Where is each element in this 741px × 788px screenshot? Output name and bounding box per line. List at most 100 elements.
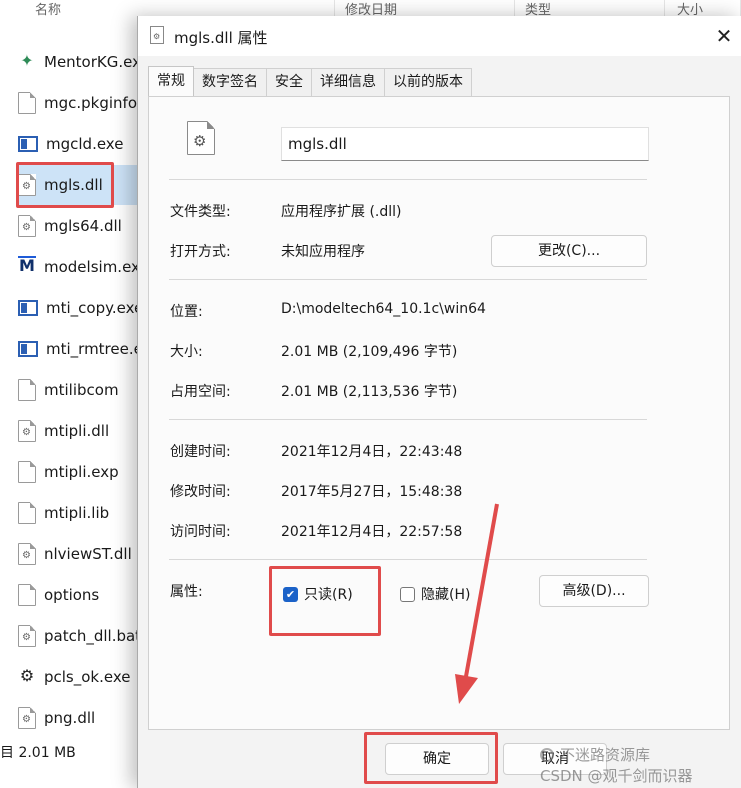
general-panel: ⚙ 文件类型: 应用程序扩展 (.dll) 打开方式: 未知应用程序 更改(C)… <box>148 96 730 730</box>
divider <box>169 279 647 280</box>
file-name: patch_dll.bat <box>44 627 142 645</box>
divider <box>169 419 647 420</box>
file-name: mgls.dll <box>44 176 103 194</box>
tab-general[interactable]: 常规 <box>148 66 194 96</box>
file-row-mgcld[interactable]: mgcld.exe <box>18 124 148 164</box>
divider <box>169 559 647 560</box>
checkmark-icon: ✔ <box>283 586 298 602</box>
size-on-disk-label: 占用空间: <box>170 384 231 400</box>
file-name: mtipli.dll <box>44 422 110 440</box>
file-name: mgls64.dll <box>44 217 122 235</box>
file-row-options[interactable]: options <box>18 575 148 615</box>
pcls-exe-icon: ⚙ <box>19 666 35 685</box>
document-icon <box>18 92 36 114</box>
file-name: MentorKG.exe <box>44 53 148 71</box>
file-type-value: 应用程序扩展 (.dll) <box>281 204 402 220</box>
tab-details[interactable]: 详细信息 <box>311 68 385 96</box>
dialog-titlebar[interactable]: ⚙ mgls.dll 属性 ✕ <box>138 16 741 56</box>
accessed-value: 2021年12月4日，22:57:58 <box>281 524 463 540</box>
file-row-mgc-pkginfo[interactable]: mgc.pkginfo <box>18 83 148 123</box>
dll-gear-icon: ⚙ <box>18 215 36 237</box>
tab-bar: 常规 数字签名 安全 详细信息 以前的版本 <box>148 66 472 96</box>
location-label: 位置: <box>170 304 203 320</box>
wechat-logo-icon <box>540 748 554 762</box>
created-label: 创建时间: <box>170 444 231 460</box>
file-name: options <box>44 586 100 604</box>
file-row-mti-rmtree[interactable]: mti_rmtree.exe <box>18 329 148 369</box>
dll-gear-icon: ⚙ <box>187 121 215 155</box>
document-icon <box>18 502 36 524</box>
tab-security[interactable]: 安全 <box>266 68 312 96</box>
empty-checkbox-icon <box>400 586 415 602</box>
dll-gear-icon: ⚙ <box>18 543 36 565</box>
file-row-patch-dll-bat[interactable]: ⚙ patch_dll.bat <box>18 616 148 656</box>
file-row-modelsim[interactable]: M modelsim.exe <box>18 247 148 287</box>
document-icon <box>18 461 36 483</box>
size-label: 大小: <box>170 344 203 360</box>
watermark-overlay-text: 不迷路资源库 <box>560 746 651 764</box>
dll-file-icon: ⚙ <box>150 26 164 44</box>
created-value: 2021年12月4日，22:43:48 <box>281 444 463 460</box>
mentor-kg-exe-icon: ✦ <box>20 51 34 70</box>
exe-icon <box>18 341 38 357</box>
file-row-nlviewst-dll[interactable]: ⚙ nlviewST.dll <box>18 534 148 574</box>
close-button[interactable]: ✕ <box>710 22 738 50</box>
exe-icon <box>18 300 38 316</box>
dll-gear-icon: ⚙ <box>18 420 36 442</box>
ok-button[interactable]: 确定 <box>385 743 489 775</box>
advanced-button[interactable]: 高级(D)... <box>539 575 649 607</box>
bat-gear-icon: ⚙ <box>18 625 36 647</box>
file-row-mtipli-dll[interactable]: ⚙ mtipli.dll <box>18 411 148 451</box>
file-row-mgls-dll[interactable]: ⚙ mgls.dll <box>18 165 148 205</box>
file-name: mgcld.exe <box>46 135 124 153</box>
attributes-label: 属性: <box>170 584 203 600</box>
divider <box>169 179 647 180</box>
modelsim-icon: M <box>18 256 36 278</box>
file-name: mtipli.lib <box>44 504 110 522</box>
readonly-checkbox[interactable]: ✔ 只读(R) <box>283 584 353 604</box>
hidden-label: 隐藏(H) <box>421 587 471 603</box>
readonly-label: 只读(R) <box>304 587 353 603</box>
location-value: D:\modeltech64_10.1c\win64 <box>281 301 486 317</box>
file-row-mtipli-exp[interactable]: mtipli.exp <box>18 452 148 492</box>
watermark: 不迷路资源库 CSDN @观千剑而识器 <box>540 744 693 786</box>
file-name: png.dll <box>44 709 96 727</box>
accessed-label: 访问时间: <box>170 524 231 540</box>
watermark-text: CSDN @观千剑而识器 <box>540 767 693 785</box>
opens-with-value: 未知应用程序 <box>281 244 365 260</box>
document-icon <box>18 584 36 606</box>
modified-value: 2017年5月27日，15:48:38 <box>281 484 463 500</box>
file-type-label: 文件类型: <box>170 204 231 220</box>
file-row-mentorkg[interactable]: ✦ MentorKG.exe <box>18 42 148 82</box>
file-name: pcls_ok.exe <box>44 668 131 686</box>
size-value: 2.01 MB (2,109,496 字节) <box>281 344 458 360</box>
file-row-pcls-ok[interactable]: ⚙ pcls_ok.exe <box>18 657 148 697</box>
file-row-mti-copy[interactable]: mti_copy.exe <box>18 288 148 328</box>
file-name: mtilibcom <box>44 381 119 399</box>
size-on-disk-value: 2.01 MB (2,113,536 字节) <box>281 384 458 400</box>
file-name: modelsim.exe <box>44 258 148 276</box>
opens-with-label: 打开方式: <box>170 244 231 260</box>
file-row-png-dll[interactable]: ⚙ png.dll <box>18 698 148 738</box>
file-name-input[interactable] <box>281 127 649 161</box>
tab-previous-versions[interactable]: 以前的版本 <box>384 68 472 96</box>
exe-icon <box>18 136 38 152</box>
file-row-mtilibcom[interactable]: mtilibcom <box>18 370 148 410</box>
file-row-mtipli-lib[interactable]: mtipli.lib <box>18 493 148 533</box>
file-name: mti_rmtree.exe <box>46 340 148 358</box>
change-button[interactable]: 更改(C)... <box>491 235 647 267</box>
document-icon <box>18 379 36 401</box>
modified-label: 修改时间: <box>170 484 231 500</box>
properties-dialog: ⚙ mgls.dll 属性 ✕ 常规 数字签名 安全 详细信息 以前的版本 ⚙ … <box>137 16 741 788</box>
hidden-checkbox[interactable]: 隐藏(H) <box>400 584 470 604</box>
dialog-title: mgls.dll 属性 <box>174 29 268 47</box>
tab-digital-signatures[interactable]: 数字签名 <box>193 68 267 96</box>
file-name: mtipli.exp <box>44 463 119 481</box>
dll-gear-icon: ⚙ <box>18 707 36 729</box>
status-bar-size: 目 2.01 MB <box>0 745 76 761</box>
file-row-mgls64-dll[interactable]: ⚙ mgls64.dll <box>18 206 148 246</box>
file-name: nlviewST.dll <box>44 545 132 563</box>
file-name: mti_copy.exe <box>46 299 144 317</box>
file-name: mgc.pkginfo <box>44 94 138 112</box>
dll-gear-icon: ⚙ <box>18 174 36 196</box>
